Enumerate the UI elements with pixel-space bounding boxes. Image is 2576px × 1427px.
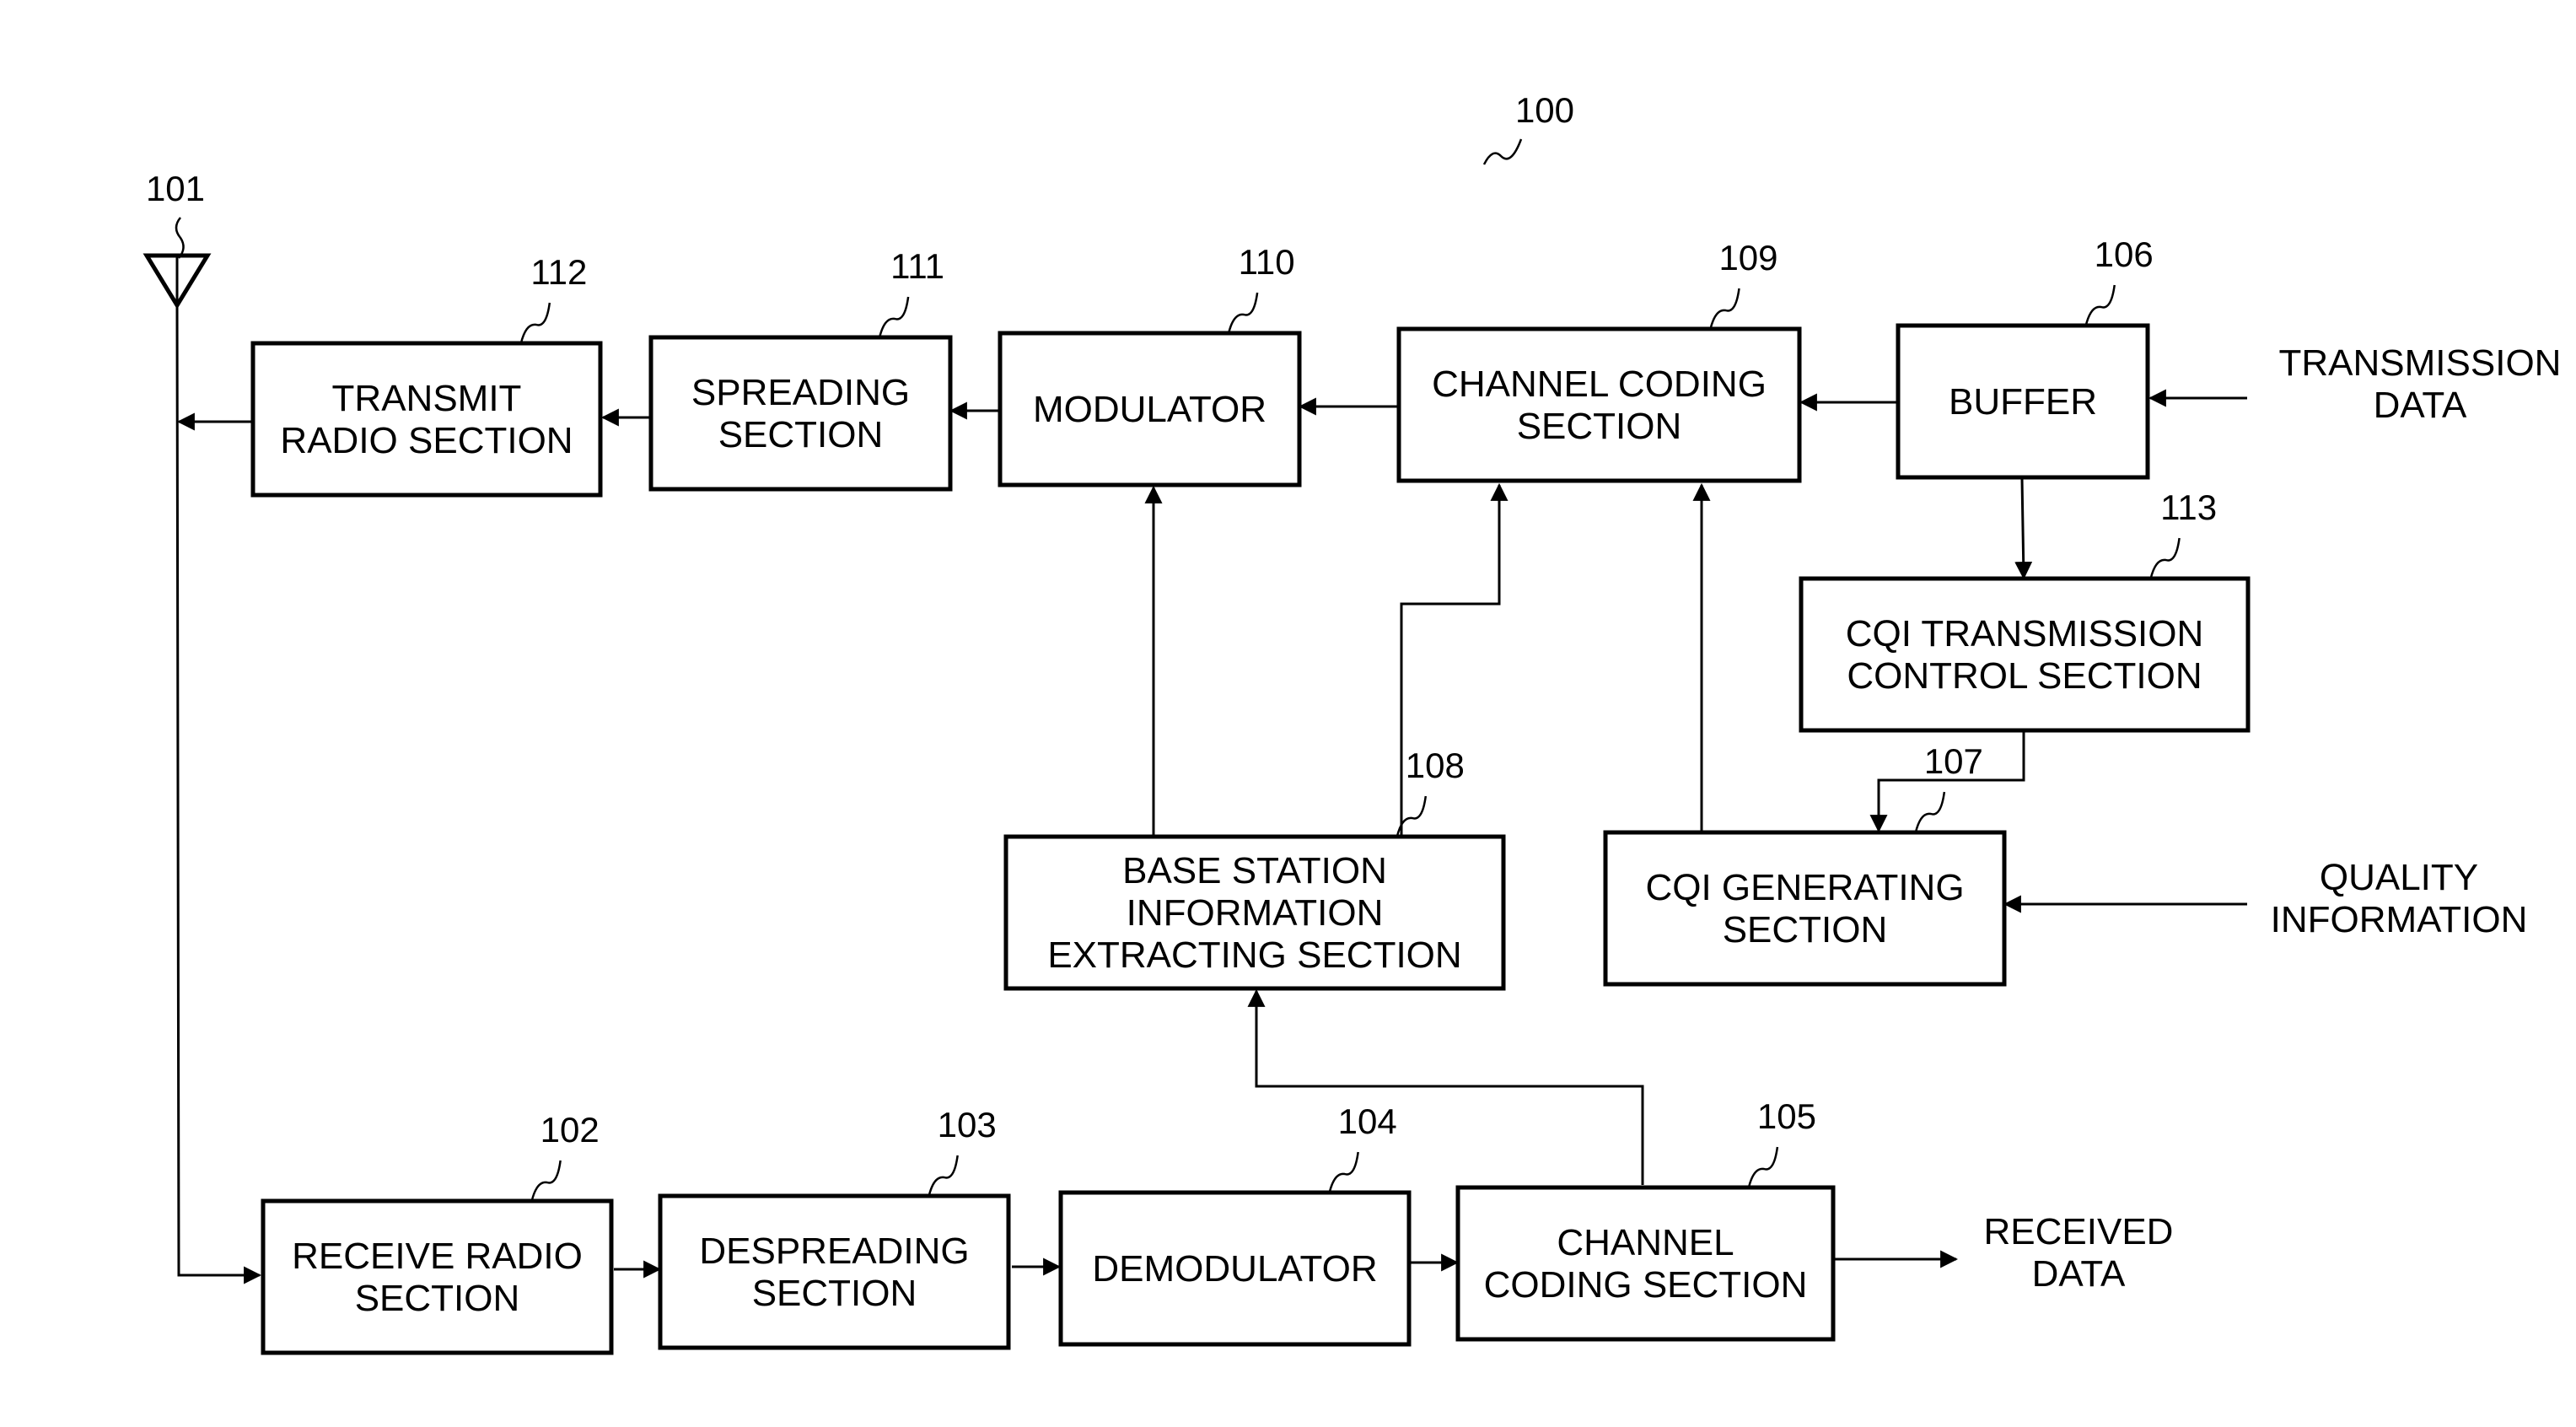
block-receive-radio-box — [261, 1198, 614, 1355]
io-transmission-data-label-line: TRANSMISSION — [2279, 342, 2562, 384]
block-receive-radio: RECEIVE RADIOSECTION 102 — [261, 1110, 614, 1355]
figure-ref-label: 100 — [1515, 90, 1574, 130]
block-channel-coding-tx-label-line: SECTION — [1517, 406, 1682, 447]
block-cqi-transmission-control-label-line: CONTROL SECTION — [1847, 655, 2202, 697]
block-despreading-box — [658, 1193, 1011, 1350]
block-cqi-transmission-control-ref: 113 — [2160, 487, 2217, 527]
block-channel-coding-tx-box — [1396, 326, 1802, 483]
wire-buffer-to-cqi-transmission-control — [2014, 477, 2033, 580]
block-despreading-ref: 103 — [938, 1105, 997, 1144]
block-diagram: 100 101 TRANSMITRADIO SECTION 112 SPREADIN… — [143, 90, 2562, 1355]
block-buffer-label-line: BUFFER — [1949, 381, 2097, 423]
block-despreading-label-line: DESPREADING — [699, 1230, 969, 1272]
block-spreading: SPREADINGSECTION 111 — [648, 246, 953, 492]
block-spreading-ref-leader — [878, 296, 910, 338]
block-despreading: DESPREADINGSECTION 103 — [658, 1105, 1011, 1350]
block-spreading-label-line: SPREADING — [691, 372, 910, 413]
block-spreading-box — [648, 335, 953, 492]
block-demodulator-label-line: DEMODULATOR — [1092, 1248, 1377, 1290]
block-transmit-radio-ref-leader — [519, 302, 551, 344]
block-cqi-generating-ref: 107 — [1924, 741, 1983, 781]
block-channel-coding-rx-ref: 105 — [1757, 1096, 1816, 1136]
block-transmit-radio-ref: 112 — [530, 252, 587, 292]
io-transmission-data: TRANSMISSIONDATA — [2279, 342, 2562, 426]
block-channel-coding-rx-box — [1455, 1185, 1836, 1342]
antenna-ref-label: 101 — [146, 169, 205, 208]
block-demodulator: DEMODULATOR 104 — [1058, 1101, 1412, 1347]
figure-ref-leader — [1482, 138, 1523, 165]
block-channel-coding-rx: CHANNELCODING SECTION 105 — [1455, 1096, 1836, 1342]
block-receive-radio-label-line: RECEIVE RADIO — [292, 1236, 583, 1277]
block-cqi-transmission-control-ref-leader — [2149, 537, 2181, 579]
block-base-station-info-extracting: BASE STATIONINFORMATIONEXTRACTING SECTIO… — [1003, 746, 1506, 991]
figure-ref: 100 — [1482, 90, 1574, 165]
block-channel-coding-tx-label-line: CHANNEL CODING — [1432, 363, 1767, 405]
block-modulator: MODULATOR 110 — [998, 242, 1302, 487]
block-cqi-generating-label-line: CQI GENERATING — [1645, 867, 1964, 908]
block-buffer-ref-leader — [2084, 284, 2116, 326]
io-received-data: RECEIVEDDATA — [1984, 1211, 2174, 1295]
block-buffer: BUFFER 106 — [1896, 234, 2154, 480]
io-received-data-label-line: DATA — [2032, 1253, 2126, 1295]
io-quality-information-label-line: INFORMATION — [2271, 899, 2528, 940]
block-transmit-radio: TRANSMITRADIO SECTION 112 — [250, 252, 603, 498]
block-modulator-ref-leader — [1227, 292, 1259, 334]
block-cqi-generating-ref-leader — [1914, 791, 1946, 833]
block-modulator-ref: 110 — [1239, 242, 1295, 282]
block-cqi-transmission-control-box — [1799, 576, 2251, 733]
block-base-station-info-extracting-label-line: INFORMATION — [1127, 892, 1384, 934]
wire-channel-coding-rx-to-bs-info — [1247, 988, 1644, 1185]
block-channel-coding-tx: CHANNEL CODINGSECTION 109 — [1396, 238, 1802, 483]
io-transmission-data-label-line: DATA — [2374, 385, 2467, 426]
block-receive-radio-ref: 102 — [540, 1110, 600, 1150]
block-cqi-transmission-control-label-line: CQI TRANSMISSION — [1846, 613, 2204, 654]
block-receive-radio-label-line: SECTION — [355, 1278, 520, 1319]
block-channel-coding-tx-ref-leader — [1709, 288, 1740, 330]
block-base-station-info-extracting-label-line: EXTRACTING SECTION — [1047, 934, 1461, 976]
block-receive-radio-ref-leader — [530, 1160, 562, 1202]
block-transmit-radio-label-line: RADIO SECTION — [280, 420, 573, 461]
io-quality-information: QUALITYINFORMATION — [2271, 857, 2528, 940]
block-spreading-ref: 111 — [890, 246, 944, 286]
block-channel-coding-rx-ref-leader — [1747, 1146, 1779, 1188]
io-quality-information-label-line: QUALITY — [2320, 857, 2478, 898]
block-buffer-ref: 106 — [2095, 234, 2154, 274]
block-cqi-generating-label-line: SECTION — [1723, 909, 1888, 950]
block-channel-coding-rx-label-line: CHANNEL — [1557, 1222, 1734, 1263]
block-channel-coding-tx-ref: 109 — [1718, 238, 1777, 277]
block-channel-coding-rx-label-line: CODING SECTION — [1484, 1264, 1808, 1306]
block-despreading-ref-leader — [928, 1155, 959, 1197]
block-spreading-label-line: SECTION — [718, 414, 884, 455]
block-cqi-generating-box — [1603, 830, 2007, 987]
block-despreading-label-line: SECTION — [752, 1273, 917, 1314]
io-received-data-label-line: RECEIVED — [1984, 1211, 2174, 1252]
block-base-station-info-extracting-ref: 108 — [1406, 746, 1465, 785]
block-transmit-radio-label-line: TRANSMIT — [332, 378, 522, 419]
block-cqi-generating: CQI GENERATINGSECTION 107 — [1603, 741, 2007, 987]
io-labels: TRANSMISSIONDATAQUALITYINFORMATIONRECEIV… — [1984, 342, 2562, 1295]
block-demodulator-ref: 104 — [1338, 1101, 1397, 1141]
wire-antenna-to-receive-radio — [175, 304, 262, 1284]
block-base-station-info-extracting-label-line: BASE STATION — [1122, 850, 1387, 891]
block-cqi-transmission-control: CQI TRANSMISSIONCONTROL SECTION 113 — [1799, 487, 2251, 733]
block-modulator-label-line: MODULATOR — [1033, 389, 1266, 430]
antenna-ref-leader — [175, 217, 185, 259]
block-demodulator-ref-leader — [1328, 1151, 1359, 1193]
block-transmit-radio-box — [250, 341, 603, 498]
blocks: TRANSMITRADIO SECTION112SPREADINGSECTION… — [250, 234, 2251, 1355]
antenna: 101 — [143, 169, 212, 310]
